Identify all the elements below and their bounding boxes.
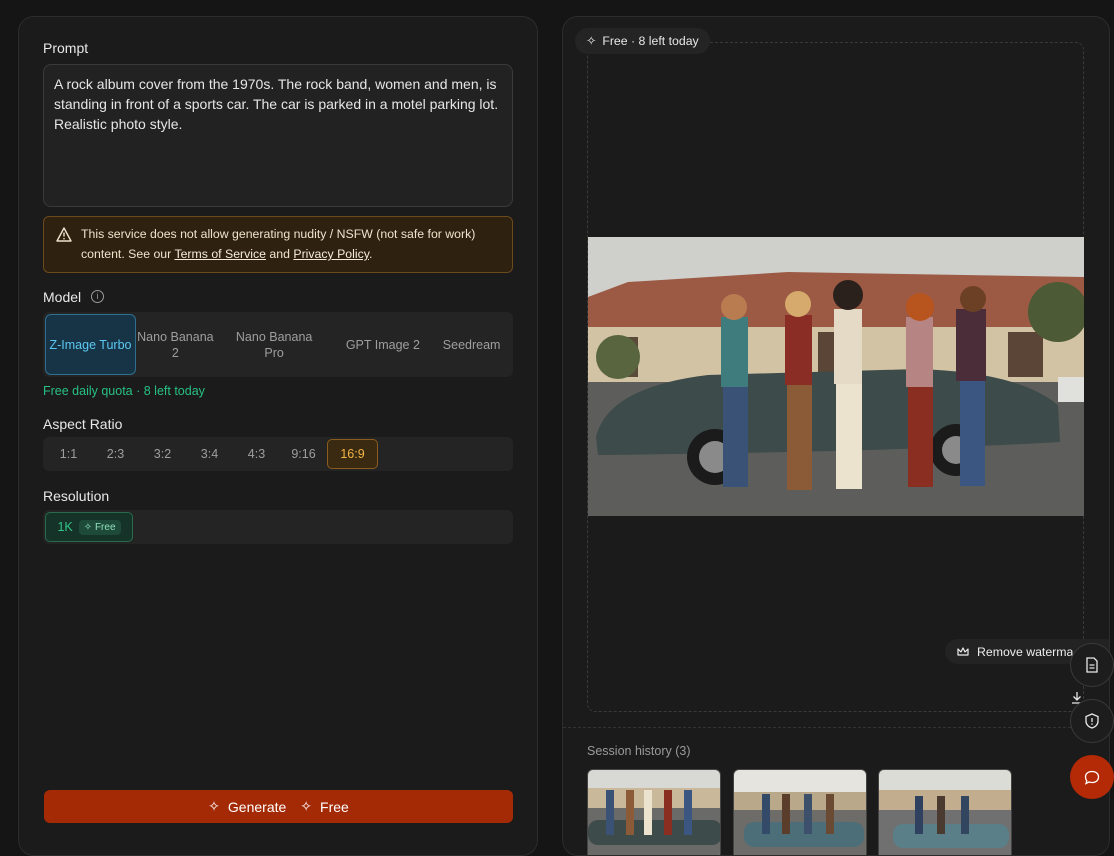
warning-icon — [56, 227, 72, 242]
ratio-option-2-3[interactable]: 2:3 — [92, 439, 139, 469]
free-badge: ✧ Free — [78, 519, 121, 535]
chat-icon — [1084, 770, 1100, 785]
generated-image[interactable] — [588, 237, 1084, 516]
sparkle-icon: ✧ — [300, 798, 313, 814]
warning-and: and — [266, 247, 294, 261]
generate-button[interactable]: ✧ Generate ✧ Free — [44, 790, 513, 823]
sparkle-icon: ✧ — [208, 798, 220, 814]
chat-button[interactable] — [1070, 755, 1114, 799]
free-quota-pill: ✧ Free · 8 left today — [575, 28, 710, 54]
free-pill-text: Free · 8 left today — [602, 34, 699, 48]
history-thumbnail[interactable] — [733, 769, 867, 855]
warning-end: . — [369, 247, 373, 261]
quota-text: Free daily quota · 8 left today — [43, 384, 205, 398]
ratio-option-16-9[interactable]: 16:9 — [327, 439, 378, 469]
preview-panel: ✧ Free · 8 left today Remove waterma Ses… — [562, 16, 1110, 856]
generate-badge: Free — [320, 798, 349, 815]
divider — [563, 727, 1109, 728]
free-badge-text: Free — [94, 521, 116, 533]
resolution-value: 1K — [57, 520, 73, 534]
aspect-ratio-selector: 1:1 2:3 3:2 3:4 4:3 9:16 16:9 — [43, 437, 513, 471]
ratio-option-3-4[interactable]: 3:4 — [186, 439, 233, 469]
privacy-link[interactable]: Privacy Policy — [293, 247, 369, 261]
prompt-label: Prompt — [43, 40, 89, 56]
info-icon[interactable]: i — [91, 290, 104, 303]
remove-watermark-label: Remove waterma — [977, 644, 1074, 659]
ratio-option-9-16[interactable]: 9:16 — [280, 439, 327, 469]
terms-link[interactable]: Terms of Service — [174, 247, 266, 261]
model-option-gpt-image-2[interactable]: GPT Image 2 — [334, 314, 433, 375]
resolution-label: Resolution — [43, 488, 110, 504]
crown-icon — [957, 646, 969, 656]
model-option-nano-banana-pro[interactable]: Nano Banana Pro — [215, 314, 334, 375]
document-button[interactable] — [1070, 643, 1114, 687]
sparkle-icon: ✧ — [586, 34, 597, 48]
resolution-option-1k[interactable]: 1K ✧ Free — [45, 512, 133, 542]
generate-label: Generate — [227, 798, 287, 815]
ratio-option-3-2[interactable]: 3:2 — [139, 439, 186, 469]
model-option-seedream[interactable]: Seedream — [432, 314, 511, 375]
ratio-option-1-1[interactable]: 1:1 — [45, 439, 92, 469]
prompt-textarea[interactable]: A rock album cover from the 1970s. The r… — [43, 64, 513, 207]
model-option-nano-banana-2[interactable]: Nano Banana 2 — [136, 314, 215, 375]
history-thumbnail[interactable] — [878, 769, 1012, 855]
shield-icon — [1085, 713, 1099, 729]
shield-button[interactable] — [1070, 699, 1114, 743]
nsfw-warning: This service does not allow generating n… — [43, 216, 513, 273]
model-label: Model — [43, 289, 82, 305]
document-icon — [1086, 657, 1098, 673]
settings-panel: Prompt A rock album cover from the 1970s… — [18, 16, 538, 856]
aspect-ratio-label: Aspect Ratio — [43, 416, 123, 432]
model-selector: Z-Image Turbo Nano Banana 2 Nano Banana … — [43, 312, 513, 377]
resolution-selector: 1K ✧ Free — [43, 510, 513, 544]
ratio-option-4-3[interactable]: 4:3 — [233, 439, 280, 469]
history-thumbnail[interactable] — [587, 769, 721, 855]
model-option-z-image-turbo[interactable]: Z-Image Turbo — [45, 314, 136, 375]
session-history-label: Session history (3) — [587, 744, 691, 758]
